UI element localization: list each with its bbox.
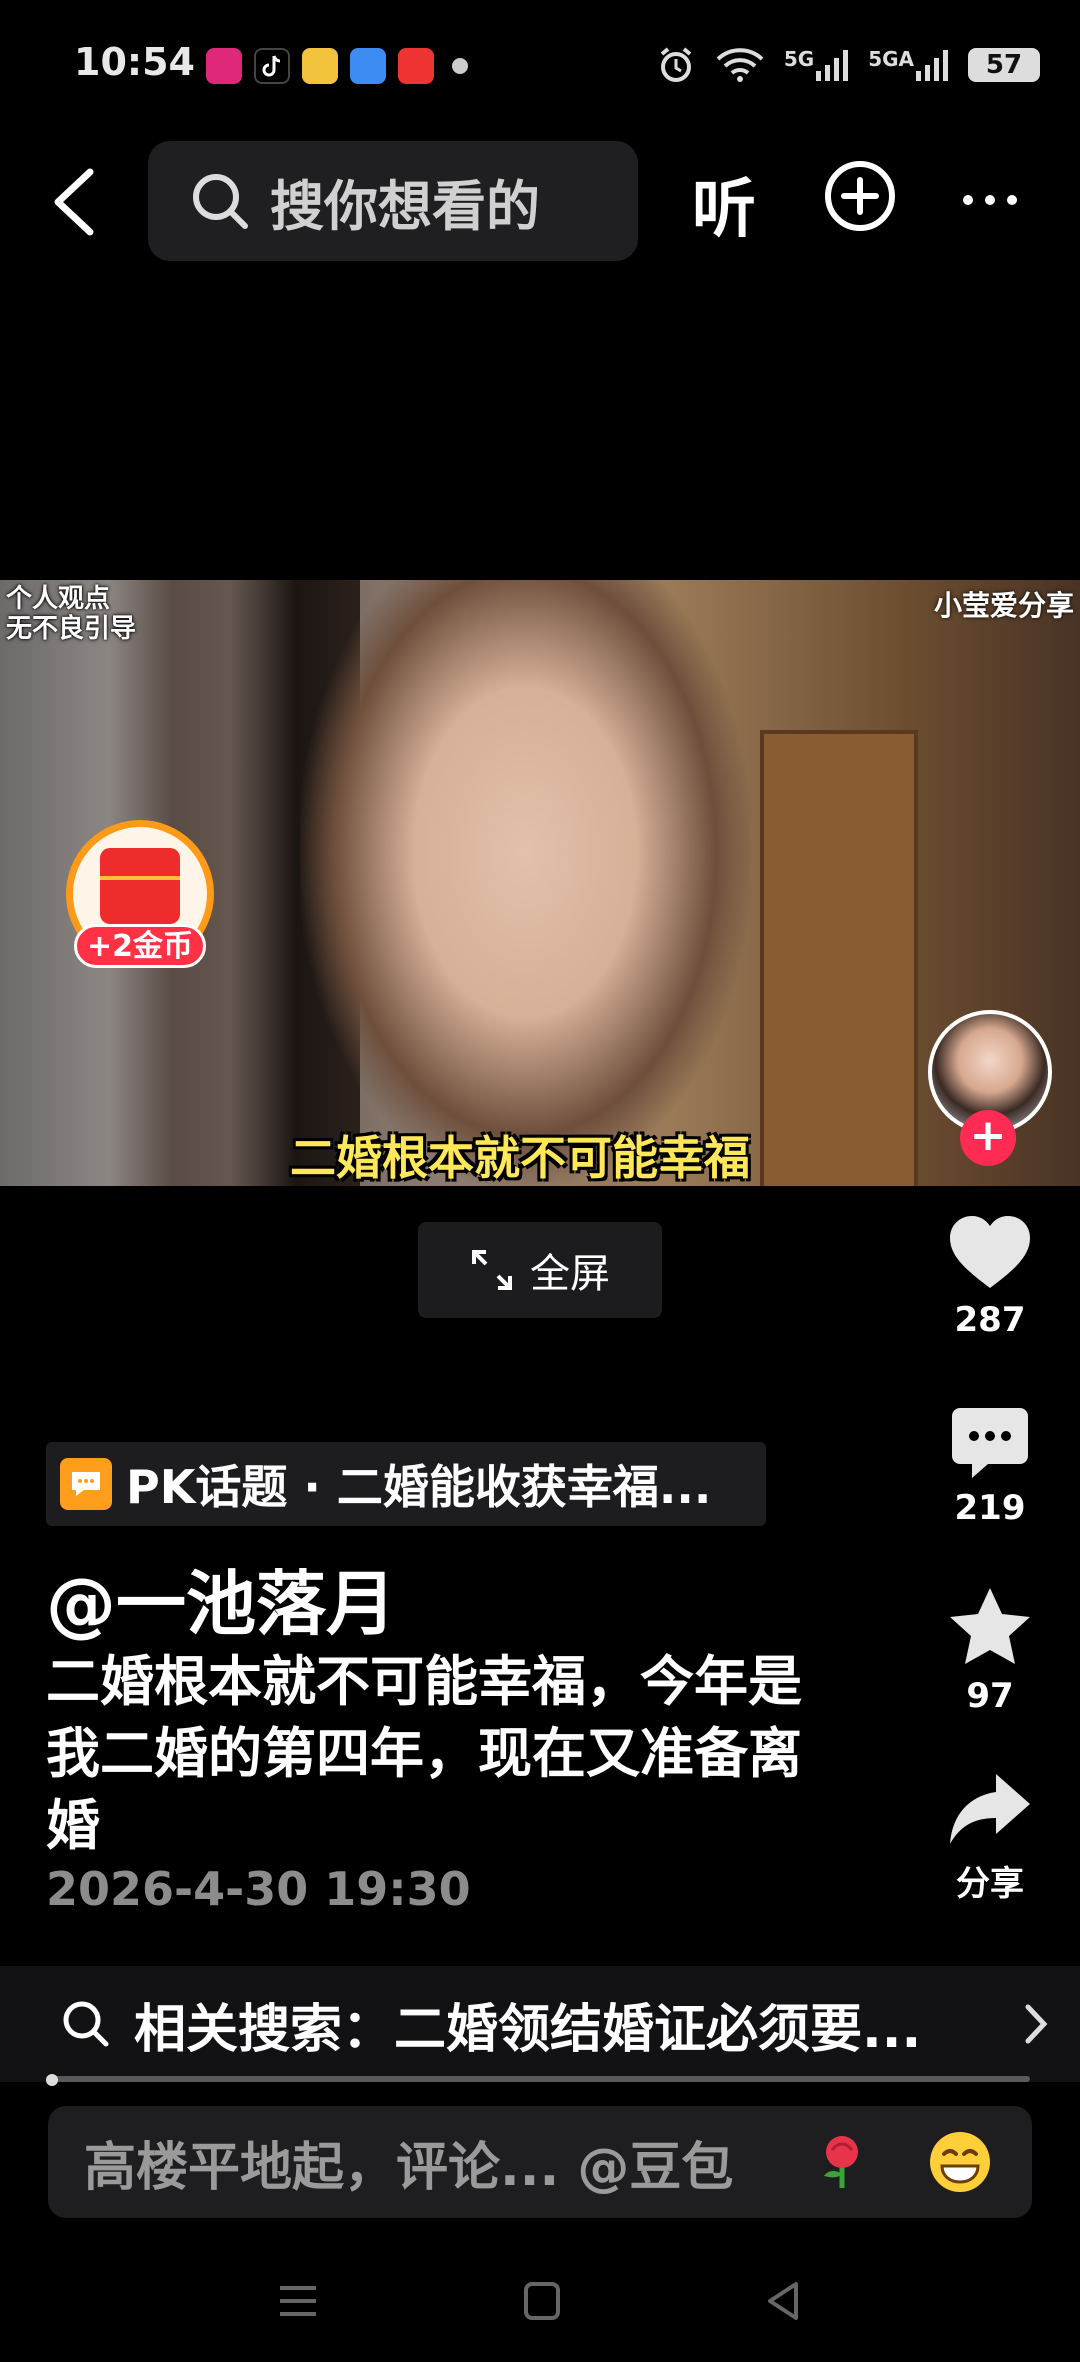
tiktok-icon — [254, 48, 290, 84]
search-icon — [193, 174, 248, 229]
bookshelf-bg — [760, 730, 918, 1186]
share-button[interactable]: 分享 — [930, 1770, 1050, 1905]
menu-nav-button[interactable] — [268, 2276, 328, 2326]
coin-badge: +2金币 — [74, 924, 206, 968]
more-icon — [963, 195, 1017, 205]
comment-input[interactable]: 高楼平地起，评论... @豆包 — [48, 2106, 1032, 2218]
share-arrow-icon — [950, 1774, 1030, 1844]
related-search-label: 相关搜索：二婚领结婚证必须要... — [134, 1999, 922, 2060]
video-subtitle: 二婚根本就不可能幸福 — [290, 1131, 750, 1185]
browser-icon — [350, 48, 386, 84]
status-time: 10:54 — [74, 40, 195, 84]
chat-bubble-icon — [60, 1458, 112, 1510]
more-button[interactable] — [960, 190, 1020, 210]
video-corner-left-text: 个人观点 无不良引导 — [6, 584, 136, 644]
signal-2-icon: 5GA — [868, 47, 950, 83]
toutiao-icon — [398, 48, 434, 84]
chevron-left-icon — [54, 168, 94, 236]
related-search-bar[interactable]: 相关搜索：二婚领结婚证必须要... — [0, 1966, 1080, 2082]
rose-emoji-icon[interactable] — [810, 2130, 874, 2194]
alarm-icon — [660, 47, 692, 82]
favorite-count: 97 — [966, 1676, 1014, 1716]
chevron-right-icon — [1025, 2004, 1048, 2044]
search-placeholder: 搜你想看的 — [270, 174, 540, 238]
favorite-button[interactable]: 97 — [930, 1584, 1050, 1716]
search-input[interactable]: 搜你想看的 — [148, 141, 638, 261]
post-date: 2026-4-30 19:30 — [46, 1862, 471, 1916]
plus-circle-icon — [825, 161, 895, 231]
comment-placeholder: 高楼平地起，评论... @豆包 — [84, 2137, 734, 2198]
corner-left-line-2: 无不良引导 — [6, 614, 137, 644]
comment-icon — [952, 1408, 1028, 1478]
red-packet-icon — [100, 848, 180, 924]
square-icon — [524, 2282, 560, 2320]
comment-button[interactable]: 219 — [930, 1404, 1050, 1528]
post-description: 二婚根本就不可能幸福，今年是我二婚的第四年，现在又准备离婚 — [46, 1650, 802, 1857]
star-icon — [950, 1588, 1030, 1664]
video-progress-handle[interactable] — [46, 2074, 58, 2086]
video-person — [300, 580, 750, 1186]
wallet-icon — [302, 48, 338, 84]
share-label: 分享 — [956, 1864, 1024, 1904]
search-icon — [63, 2001, 109, 2047]
fullscreen-button[interactable]: 全屏 — [418, 1222, 662, 1318]
back-nav-button[interactable] — [756, 2276, 816, 2326]
expand-icon — [472, 1250, 512, 1290]
like-button[interactable]: 287 — [930, 1212, 1050, 1340]
triangle-back-icon — [768, 2282, 798, 2320]
video-progress-track[interactable] — [46, 2076, 1030, 2082]
corner-left-line-1: 个人观点 — [6, 584, 111, 614]
add-button[interactable] — [824, 160, 896, 232]
comment-count: 219 — [954, 1488, 1026, 1528]
heart-icon — [950, 1216, 1030, 1288]
home-nav-button[interactable] — [512, 2276, 572, 2326]
video-corner-right-text: 小莹爱分享 — [933, 589, 1074, 622]
grin-emoji-icon[interactable] — [926, 2128, 994, 2196]
status-right: 5G 5GA 57 — [656, 40, 1040, 90]
author-name[interactable]: @一池落月 — [46, 1548, 396, 1649]
topic-label: PK话题 · 二婚能收获幸福... — [126, 1460, 712, 1514]
listen-button[interactable]: 听 — [692, 158, 756, 250]
wifi-icon — [716, 48, 764, 82]
app-icon-1 — [206, 48, 242, 84]
fullscreen-label: 全屏 — [530, 1251, 610, 1297]
follow-button[interactable]: + — [960, 1110, 1016, 1166]
signal-1-icon: 5G — [784, 47, 850, 83]
back-button[interactable] — [40, 150, 110, 250]
pk-topic-tag[interactable]: PK话题 · 二婚能收获幸福... — [46, 1442, 766, 1526]
menu-icon — [280, 2286, 316, 2316]
like-count: 287 — [954, 1300, 1026, 1340]
notification-dot-icon — [452, 58, 468, 74]
battery-icon: 57 — [968, 48, 1040, 82]
